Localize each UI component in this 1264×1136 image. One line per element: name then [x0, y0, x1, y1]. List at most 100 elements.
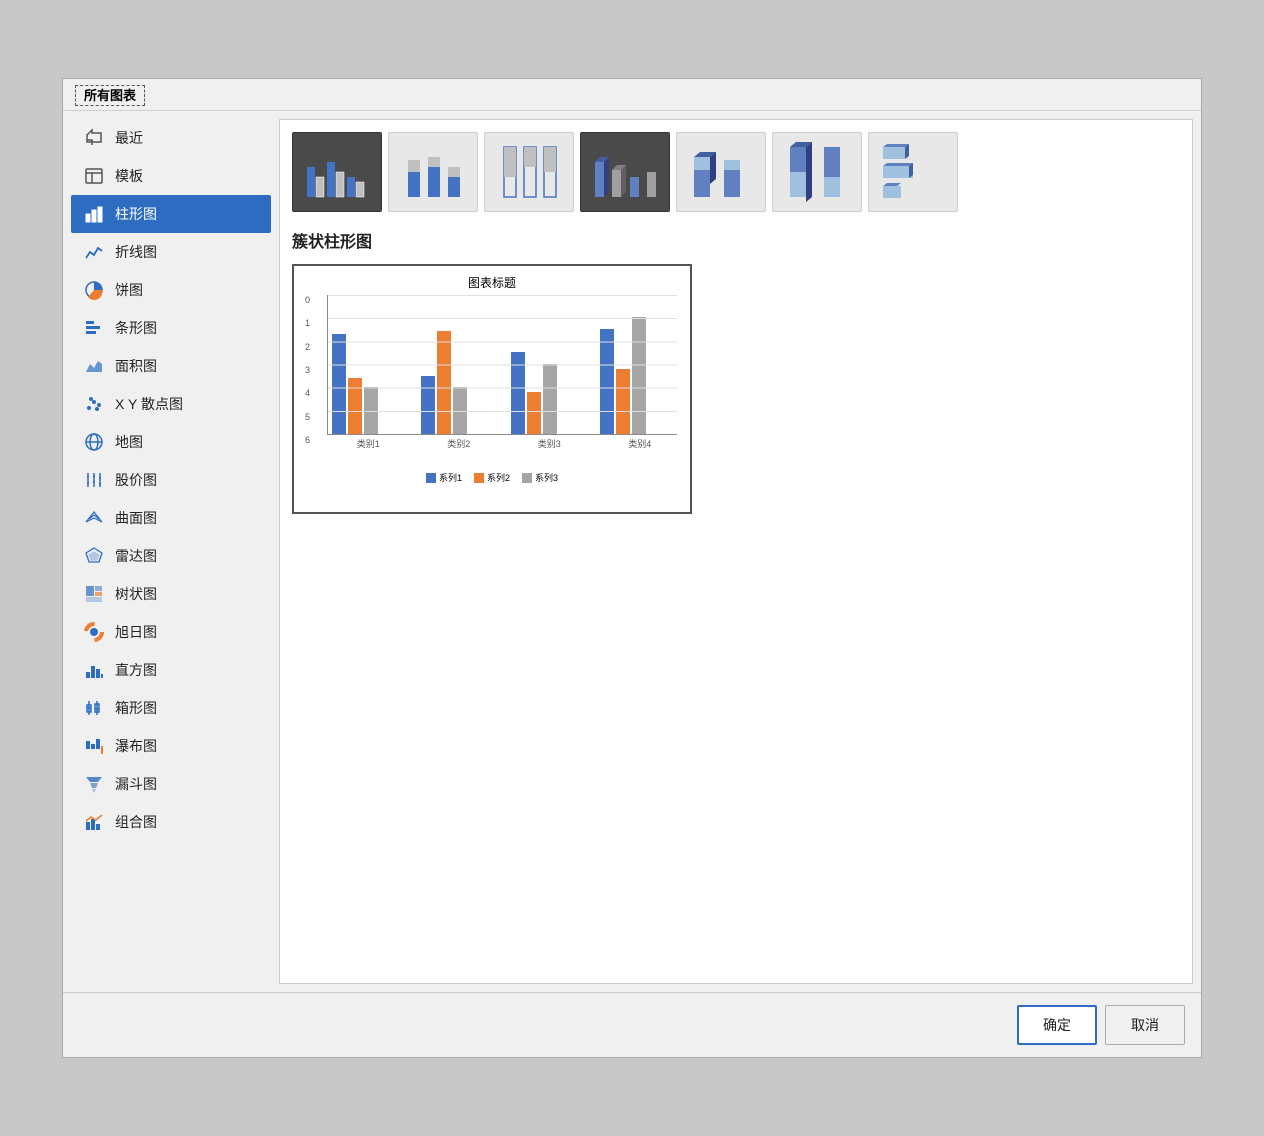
- sidebar-item-label: 雷达图: [115, 546, 157, 566]
- chart-thumb-stacked[interactable]: [388, 132, 478, 212]
- sidebar-item-label: 条形图: [115, 318, 157, 338]
- recent-icon: [83, 127, 105, 149]
- bar-series1: [421, 376, 435, 434]
- bar-series2: [348, 378, 362, 434]
- bar-group: [511, 352, 584, 434]
- map-chart-icon: [83, 431, 105, 453]
- sidebar-item-label: 股价图: [115, 470, 157, 490]
- sidebar-item-label: 饼图: [115, 280, 143, 300]
- histogram-chart-icon: [83, 659, 105, 681]
- dialog-title: 所有图表: [75, 85, 145, 106]
- sidebar-item-boxplot-chart[interactable]: 箱形图: [71, 689, 271, 727]
- sidebar-item-funnel-chart[interactable]: 漏斗图: [71, 765, 271, 803]
- area-chart-icon: [83, 355, 105, 377]
- sidebar-item-label: 漏斗图: [115, 774, 157, 794]
- bar-series3: [364, 387, 378, 434]
- ok-button[interactable]: 确定: [1017, 1005, 1097, 1045]
- dialog-footer: 确定 取消: [63, 992, 1201, 1057]
- sidebar-item-label: 曲面图: [115, 508, 157, 528]
- sidebar-item-surface-chart[interactable]: 曲面图: [71, 499, 271, 537]
- sidebar-item-label: 模板: [115, 166, 143, 186]
- x-label: 类别1: [331, 437, 406, 450]
- sidebar-item-label: 折线图: [115, 242, 157, 262]
- chart-thumb-3d-bar[interactable]: [868, 132, 958, 212]
- strip-chart-icon: [83, 317, 105, 339]
- sidebar-item-label: 柱形图: [115, 204, 157, 224]
- right-panel: 簇状柱形图 图表标题 6543210 类别1 类别2 类别3 类别4 系列1: [279, 119, 1193, 984]
- stock-chart-icon: [83, 469, 105, 491]
- bar-series1: [600, 329, 614, 434]
- sidebar-item-combo-chart[interactable]: 组合图: [71, 803, 271, 841]
- legend-series1: 系列1: [426, 471, 462, 484]
- chart-thumb-3d-100stacked[interactable]: [772, 132, 862, 212]
- template-icon: [83, 165, 105, 187]
- chart-legend: 系列1 系列2 系列3: [302, 471, 682, 484]
- bar-group: [332, 334, 405, 434]
- bar-series1: [511, 352, 525, 434]
- sidebar-item-waterfall-chart[interactable]: 瀑布图: [71, 727, 271, 765]
- cancel-button[interactable]: 取消: [1105, 1005, 1185, 1045]
- sidebar-item-label: 旭日图: [115, 622, 157, 642]
- combo-chart-icon: [83, 811, 105, 833]
- sidebar-item-scatter-chart[interactable]: X Y 散点图: [71, 385, 271, 423]
- bar-series2: [437, 331, 451, 434]
- radar-chart-icon: [83, 545, 105, 567]
- chart-thumb-clustered[interactable]: [292, 132, 382, 212]
- sidebar-item-stock-chart[interactable]: 股价图: [71, 461, 271, 499]
- chart-thumb-100stacked[interactable]: [484, 132, 574, 212]
- x-axis-labels: 类别1 类别2 类别3 类别4: [327, 437, 677, 450]
- sidebar-item-bar-chart[interactable]: 柱形图: [71, 195, 271, 233]
- bar-series2: [616, 369, 630, 434]
- bars-container: [327, 295, 677, 435]
- preview-chart-area: 6543210 类别1类别2类别3类别4: [327, 295, 677, 465]
- sidebar-item-label: 组合图: [115, 812, 157, 832]
- treemap-chart-icon: [83, 583, 105, 605]
- sidebar-item-label: 直方图: [115, 660, 157, 680]
- x-label: 类别3: [512, 437, 587, 450]
- legend-series2: 系列2: [474, 471, 510, 484]
- bar-group: [421, 331, 494, 434]
- sunburst-chart-icon: [83, 621, 105, 643]
- sidebar-item-label: 最近: [115, 128, 143, 148]
- funnel-chart-icon: [83, 773, 105, 795]
- sidebar-item-sunburst-chart[interactable]: 旭日图: [71, 613, 271, 651]
- sidebar-item-label: 面积图: [115, 356, 157, 376]
- bar-chart-icon: [83, 203, 105, 225]
- dialog-body: 最近 模板: [63, 111, 1201, 992]
- chart-type-sidebar: 最近 模板: [71, 119, 271, 984]
- sidebar-item-strip-chart[interactable]: 条形图: [71, 309, 271, 347]
- chart-thumb-3d-stacked[interactable]: [676, 132, 766, 212]
- dialog-title-bar: 所有图表: [63, 79, 1201, 111]
- chart-thumb-3d-clustered[interactable]: [580, 132, 670, 212]
- sidebar-item-pie-chart[interactable]: 饼图: [71, 271, 271, 309]
- chart-type-title: 簇状柱形图: [292, 228, 1180, 252]
- sidebar-item-histogram-chart[interactable]: 直方图: [71, 651, 271, 689]
- bar-series3: [543, 364, 557, 434]
- pie-chart-icon: [83, 279, 105, 301]
- line-chart-icon: [83, 241, 105, 263]
- sidebar-item-radar-chart[interactable]: 雷达图: [71, 537, 271, 575]
- waterfall-chart-icon: [83, 735, 105, 757]
- y-axis-labels: 6543210: [305, 295, 310, 445]
- x-label: 类别2: [422, 437, 497, 450]
- sidebar-item-label: X Y 散点图: [115, 394, 183, 414]
- bar-series1: [332, 334, 346, 434]
- sidebar-item-map-chart[interactable]: 地图: [71, 423, 271, 461]
- scatter-chart-icon: [83, 393, 105, 415]
- sidebar-item-treemap-chart[interactable]: 树状图: [71, 575, 271, 613]
- bar-series3: [453, 387, 467, 434]
- boxplot-chart-icon: [83, 697, 105, 719]
- legend-series3: 系列3: [522, 471, 558, 484]
- insert-chart-dialog: 所有图表 最近: [62, 78, 1202, 1058]
- sidebar-item-recent[interactable]: 最近: [71, 119, 271, 157]
- bar-series3: [632, 317, 646, 434]
- sidebar-item-area-chart[interactable]: 面积图: [71, 347, 271, 385]
- chart-preview: 图表标题 6543210 类别1 类别2 类别3 类别4 系列1: [292, 264, 692, 514]
- x-label: 类别4: [603, 437, 678, 450]
- sidebar-item-template[interactable]: 模板: [71, 157, 271, 195]
- preview-chart-title: 图表标题: [302, 274, 682, 291]
- sidebar-item-line-chart[interactable]: 折线图: [71, 233, 271, 271]
- sidebar-item-label: 箱形图: [115, 698, 157, 718]
- sidebar-item-label: 地图: [115, 432, 143, 452]
- bar-series2: [527, 392, 541, 434]
